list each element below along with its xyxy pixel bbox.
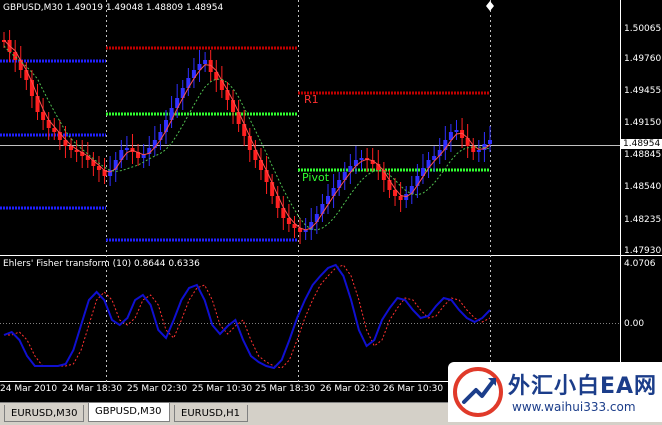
tab-eurusd-m30[interactable]: EURUSD,M30 [4,405,84,422]
time-label: 25 Mar 18:30 [255,384,316,394]
indicator-header: Ehlers' Fisher transform (10) 0.8644 0.6… [3,259,200,269]
price-tick: 1.48845 [624,150,662,160]
watermark-url: www.waihui333.com [512,400,636,414]
fisher-trigger-line [4,264,491,369]
tab-eurusd-h1[interactable]: EURUSD,H1 [174,405,248,422]
time-label: 24 Mar 2010 [0,384,58,394]
price-tick: 1.47930 [624,246,662,256]
watermark: 外汇小白EA网 www.waihui333.com [448,362,662,422]
r1-label: R1 [304,93,319,106]
shift-marker-icon [486,1,494,11]
chart-header: GBPUSD,M30 1.49019 1.49048 1.48809 1.489… [3,3,224,13]
candle-body [488,140,492,144]
candle-body [24,70,29,80]
candle-body [476,150,481,152]
candle-body [264,170,269,182]
candle-body [454,130,459,132]
time-label: 25 Mar 02:30 [127,384,188,394]
price-tick: 1.50065 [624,24,662,34]
candle-body [236,112,241,124]
candle-body [203,60,208,64]
price-tick: 1.48540 [624,182,662,192]
candle-body [242,124,247,136]
price-tick: 1.49150 [624,118,662,128]
candle-body [247,136,252,150]
watermark-logo-icon [453,367,503,417]
indicator-tick: 4.0706 [624,259,656,269]
candle-body [398,196,403,200]
candle-body [225,90,230,100]
price-tick: 1.49455 [624,86,662,96]
time-label: 26 Mar 02:30 [320,384,381,394]
candle-body [270,182,275,196]
chart-window: GBPUSD,M30 1.49019 1.49048 1.48809 1.489… [0,0,662,425]
candle-body [258,160,263,170]
envelope-line [3,45,491,231]
watermark-title: 外汇小白EA网 [508,374,658,399]
current-price-tag: 1.48954 [621,139,662,149]
indicator-tick: 0.00 [624,319,645,329]
candle-body [158,132,163,140]
time-label: 26 Mar 10:30 [383,384,444,394]
candle-body [314,214,319,222]
pivot-label: Pivot [302,171,330,184]
price-chart[interactable] [0,0,662,424]
candle-body [41,112,46,120]
price-tick: 1.49760 [624,54,662,64]
time-label: 24 Mar 18:30 [62,384,123,394]
fisher-transform-line [3,263,491,370]
price-tick: 1.48235 [624,215,662,225]
time-label: 25 Mar 10:30 [192,384,253,394]
candle-body [359,158,364,160]
candle-body [124,148,129,150]
tab-gbpusd-m30[interactable]: GBPUSD,M30 [88,403,170,422]
